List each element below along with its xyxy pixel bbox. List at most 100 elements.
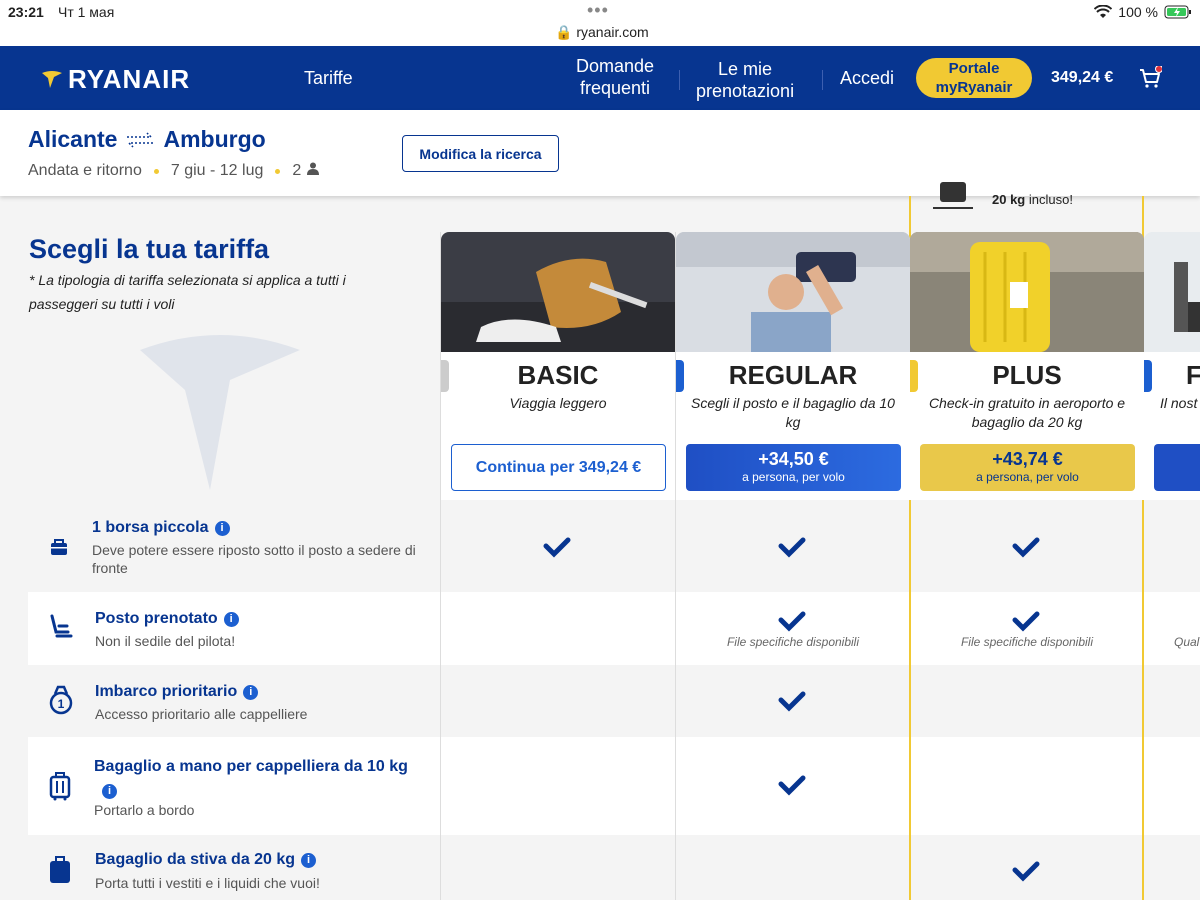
ryanair-logo[interactable]: RYANAIR bbox=[40, 64, 190, 95]
feature-title: Bagaglio da stiva da 20 kg i bbox=[95, 851, 317, 869]
modify-search-button[interactable]: Modifica la ricerca bbox=[402, 135, 559, 172]
check-icon bbox=[543, 537, 571, 558]
seat-note: File specifiche disponibili bbox=[960, 635, 1094, 649]
hold-bag-icon bbox=[50, 856, 70, 883]
more-dots-icon[interactable]: ••• bbox=[587, 0, 609, 21]
nav-faq-line2: frequenti bbox=[579, 78, 651, 98]
seat-note: File specifiche disponibili bbox=[726, 635, 860, 649]
feature-title: Bagaglio a mano per cappelliera da 10 kg… bbox=[94, 758, 408, 799]
harp-watermark-icon bbox=[140, 335, 300, 490]
passenger-count: 2 bbox=[292, 162, 302, 179]
check-icon bbox=[1012, 861, 1040, 882]
info-icon[interactable]: i bbox=[223, 612, 239, 627]
page-subtitle: * La tipologia di tariffa selezionata si… bbox=[29, 272, 346, 312]
check-icon bbox=[1012, 611, 1040, 632]
top-navigation: RYANAIR Tariffe Domande frequenti Le mie p… bbox=[0, 46, 1200, 110]
search-summary: Alicante Amburgo Andata e ritorno 7 giu … bbox=[0, 110, 1200, 196]
status-right: 100 % bbox=[1094, 4, 1192, 20]
trip-details: Andata e ritorno 7 giu - 12 lug 2 bbox=[28, 162, 320, 180]
nav-bookings-line2: prenotazioni bbox=[696, 81, 795, 101]
feature-desc: Accesso prioritario alle cappelliere bbox=[95, 706, 308, 722]
feature-small-bag: 1 borsa piccola i Deve potere essere ripo… bbox=[28, 510, 438, 592]
nav-faq-line1: Domande bbox=[576, 56, 655, 76]
fare-name: PLUS bbox=[992, 360, 1062, 390]
select-regular-button[interactable]: +34,50 € a persona, per volo bbox=[686, 444, 901, 491]
passengers: 2 bbox=[292, 162, 319, 180]
battery-percent: 100 % bbox=[1118, 4, 1158, 20]
feature-hold-bag: Bagaglio da stiva da 20 kg i Porta tutti … bbox=[28, 835, 438, 900]
fare-tab bbox=[1144, 360, 1152, 392]
fare-photo-regular bbox=[676, 232, 910, 352]
fare-card: F Il nost bbox=[1144, 232, 1200, 500]
separator-dot bbox=[275, 168, 281, 174]
date: Чт 1 мая bbox=[58, 4, 115, 20]
info-icon[interactable]: i bbox=[102, 784, 117, 799]
feature-desc: Non il sedile del pilota! bbox=[95, 633, 236, 649]
fare-name: BASIC bbox=[517, 360, 599, 390]
check-icon bbox=[778, 691, 806, 712]
portal-line2: myRyanair bbox=[935, 79, 1013, 96]
feature-title: 1 borsa piccola i bbox=[92, 519, 230, 537]
svg-text:1: 1 bbox=[58, 697, 65, 711]
nav-login[interactable]: Accedi bbox=[840, 67, 894, 89]
feature-desc: Porta tutti i vestiti e i liquidi che vu… bbox=[95, 875, 320, 891]
check-icon bbox=[778, 611, 806, 632]
fare-subtitle: Il nost bbox=[1160, 395, 1198, 411]
origin-city: Alicante bbox=[28, 126, 118, 152]
fare-subtitle: Check-in gratuito in aeroporto e bagagli… bbox=[928, 395, 1126, 430]
fare-price-note: a persona, per volo bbox=[976, 470, 1079, 484]
fare-photo-plus bbox=[910, 232, 1144, 352]
fare-card: REGULAR Scegli il posto e il bagaglio da… bbox=[676, 232, 910, 500]
person-icon bbox=[306, 162, 319, 175]
separator-dot bbox=[153, 168, 159, 174]
nav-divider bbox=[679, 70, 680, 90]
fare-price-note: a persona, per volo bbox=[742, 470, 845, 484]
my-ryanair-button[interactable]: Portale myRyanair bbox=[916, 58, 1032, 98]
small-bag-icon bbox=[51, 539, 67, 555]
page-title: Scegli la tua tariffa bbox=[29, 234, 270, 264]
round-trip-arrows-icon bbox=[127, 131, 154, 148]
wifi-icon bbox=[1094, 5, 1113, 18]
nav-divider bbox=[822, 70, 823, 90]
fare-family: F Il nost Qual bbox=[1144, 232, 1200, 900]
fare-name: REGULAR bbox=[728, 360, 858, 390]
route: Alicante Amburgo bbox=[28, 126, 266, 153]
fare-card: BASIC Viaggia leggero Continua per 349,2… bbox=[441, 232, 675, 500]
trip-dates: 7 giu - 12 lug bbox=[170, 162, 264, 179]
nav-bookings-line1: Le mie bbox=[718, 59, 773, 79]
info-icon[interactable]: i bbox=[214, 521, 230, 536]
fare-name: F bbox=[1186, 360, 1200, 390]
peek-text: 20 kg incluso! bbox=[992, 192, 1073, 207]
feature-title: Imbarco prioritario i bbox=[95, 683, 259, 701]
portal-line1: Portale bbox=[948, 60, 1000, 77]
lock-icon: 🔒 bbox=[555, 24, 573, 40]
nav-tariffe[interactable]: Tariffe bbox=[304, 67, 353, 89]
status-bar: 23:21 Чт 1 мая ••• 🔒 ryanair.com 100 % bbox=[0, 0, 1200, 46]
check-icon bbox=[1012, 537, 1040, 558]
address-bar[interactable]: 🔒 ryanair.com bbox=[555, 24, 649, 41]
basket-total[interactable]: 349,24 € bbox=[1051, 69, 1113, 87]
feature-cabin-bag: Bagaglio a mano per cappelliera da 10 kg… bbox=[28, 737, 438, 835]
cart-icon[interactable] bbox=[1138, 65, 1163, 95]
feature-seat: Posto prenotato i Non il sedile del pilot… bbox=[28, 592, 438, 665]
check-icon bbox=[778, 775, 806, 796]
nav-my-bookings[interactable]: Le mie prenotazioni bbox=[696, 58, 794, 102]
peek-bag-icon bbox=[928, 180, 988, 212]
brand-name: RYANAIR bbox=[68, 64, 191, 94]
cabin-bag-icon bbox=[49, 772, 71, 801]
fare-price: +43,74 € bbox=[992, 449, 1063, 469]
continue-basic-button[interactable]: Continua per 349,24 € bbox=[451, 444, 666, 491]
nav-faq[interactable]: Domande frequenti bbox=[576, 55, 654, 99]
info-icon[interactable]: i bbox=[243, 685, 259, 700]
info-icon[interactable]: i bbox=[301, 853, 317, 868]
destination-city: Amburgo bbox=[163, 126, 266, 152]
fare-plus: PLUS Check-in gratuito in aeroporto e ba… bbox=[910, 232, 1144, 900]
fare-photo-family bbox=[1144, 232, 1200, 352]
feature-desc: Portarlo a bordo bbox=[94, 802, 195, 818]
harp-logo-icon bbox=[42, 70, 62, 88]
select-plus-button[interactable]: +43,74 € a persona, per volo bbox=[920, 444, 1135, 491]
select-family-button[interactable] bbox=[1154, 444, 1200, 491]
seat-note: Qual bbox=[1174, 635, 1200, 649]
fare-regular: REGULAR Scegli il posto e il bagaglio da… bbox=[675, 232, 910, 900]
check-icon bbox=[778, 537, 806, 558]
